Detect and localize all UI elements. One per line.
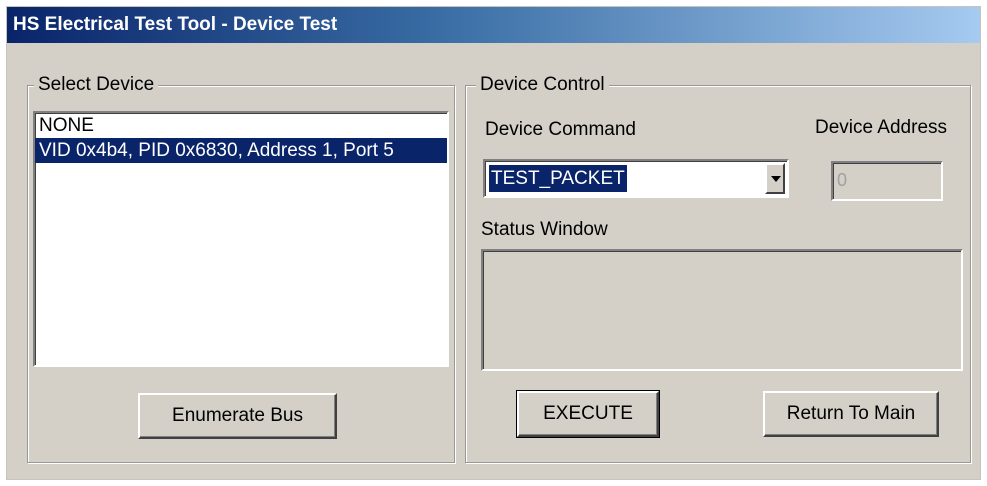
device-test-window: HS Electrical Test Tool - Device Test Se… — [6, 6, 981, 480]
select-device-legend: Select Device — [34, 74, 159, 96]
list-item-device[interactable]: VID 0x4b4, PID 0x6830, Address 1, Port 5 — [35, 138, 447, 163]
enumerate-bus-button[interactable]: Enumerate Bus — [138, 393, 337, 439]
return-to-main-button[interactable]: Return To Main — [763, 391, 939, 437]
device-address-label: Device Address — [815, 117, 948, 138]
device-address-field: 0 — [831, 161, 943, 201]
window-title: HS Electrical Test Tool - Device Test — [13, 14, 338, 35]
status-window — [481, 249, 963, 371]
device-command-select[interactable]: TEST_PACKET — [483, 159, 789, 198]
device-command-value: TEST_PACKET — [489, 165, 627, 192]
title-bar[interactable]: HS Electrical Test Tool - Device Test — [7, 7, 980, 43]
device-command-label: Device Command — [485, 119, 636, 140]
list-item-none[interactable]: NONE — [35, 113, 447, 138]
chevron-down-icon — [771, 176, 781, 182]
dropdown-button[interactable] — [765, 163, 785, 194]
device-control-legend: Device Control — [476, 74, 609, 96]
device-listbox[interactable]: NONE VID 0x4b4, PID 0x6830, Address 1, P… — [33, 111, 449, 367]
status-window-label: Status Window — [481, 219, 608, 240]
execute-button[interactable]: EXECUTE — [516, 390, 660, 438]
